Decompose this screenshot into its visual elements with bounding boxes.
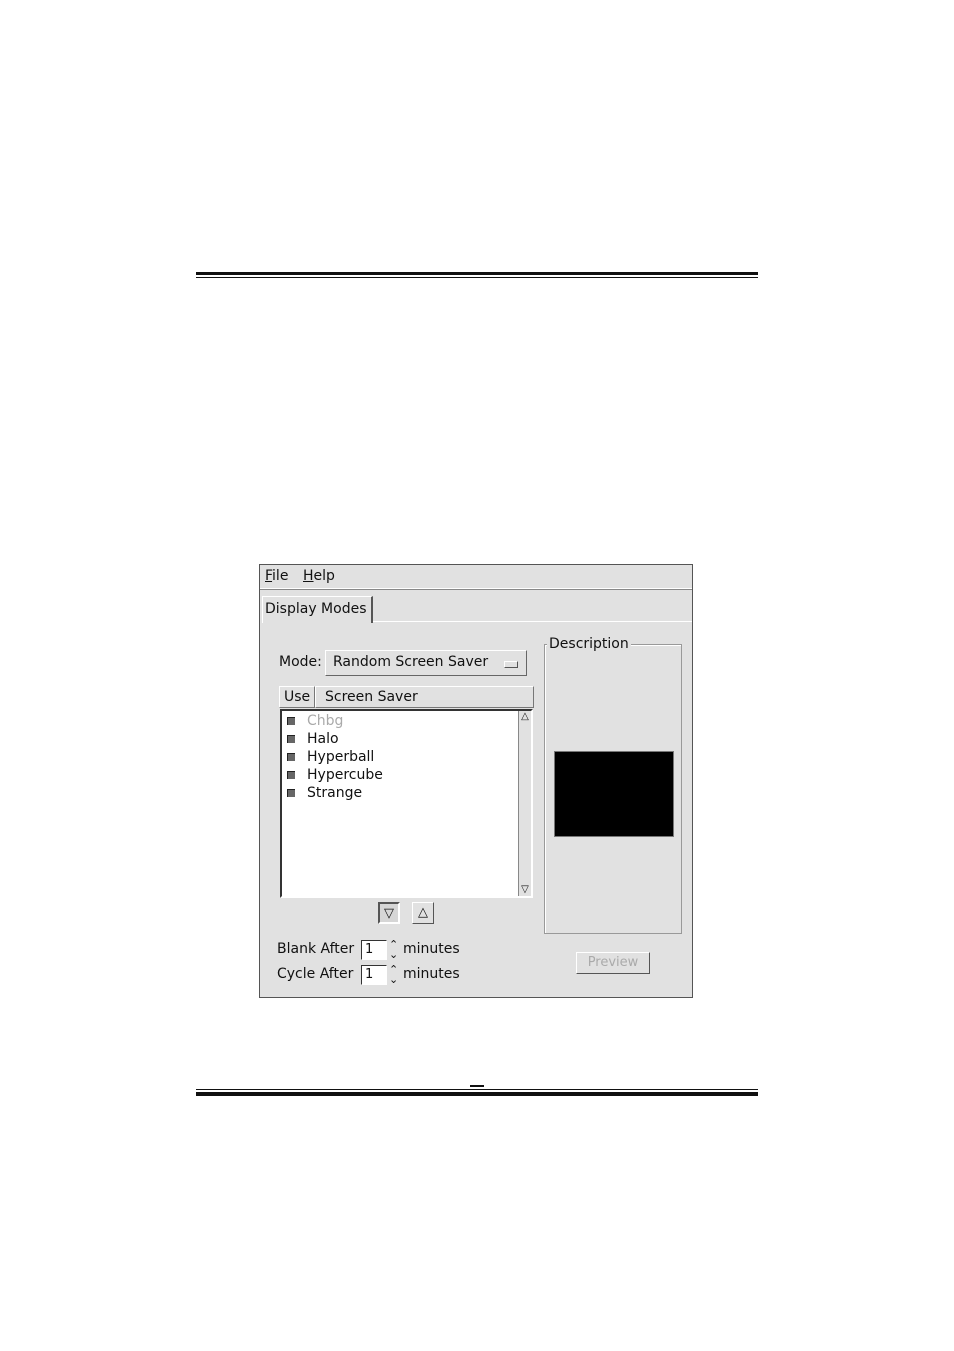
arrow-down-icon: ▽ <box>384 906 394 921</box>
saver-name: Chbg <box>307 713 344 729</box>
menu-bar: File Help <box>260 565 692 590</box>
column-header-use[interactable]: Use <box>279 686 315 708</box>
mode-dropdown[interactable]: Random Screen Saver <box>325 650 527 676</box>
top-rule <box>196 272 758 279</box>
spin-arrows-icon: ⌃ ⌄ <box>389 963 399 986</box>
dropdown-indicator-icon <box>504 661 518 668</box>
preview-area <box>554 751 674 837</box>
use-checkbox[interactable] <box>287 789 295 797</box>
scroll-down-arrow-icon[interactable]: ▽ <box>519 884 531 896</box>
menu-file[interactable]: File <box>265 568 288 584</box>
tab-divider <box>368 621 692 622</box>
preview-button[interactable]: Preview <box>576 952 650 974</box>
screen-saver-list: Chbg Halo Hyperball Hypercube Strange △ … <box>280 709 533 898</box>
cycle-after-spinner[interactable]: ⌃ ⌄ <box>389 963 399 986</box>
blank-after-input[interactable]: 1 <box>361 940 387 960</box>
blank-after-unit: minutes <box>403 941 460 957</box>
use-checkbox[interactable] <box>287 717 295 725</box>
description-legend: Description <box>547 636 631 652</box>
blank-after-label: Blank After <box>277 941 355 957</box>
screensaver-window: File Help Display Modes Mode: Random Scr… <box>259 564 693 998</box>
move-down-button[interactable]: ▽ <box>378 902 400 924</box>
saver-name: Strange <box>307 785 363 801</box>
cycle-after-unit: minutes <box>403 966 460 982</box>
arrow-up-icon: △ <box>418 905 428 920</box>
saver-name: Hyperball <box>307 749 375 765</box>
move-up-button[interactable]: △ <box>412 902 434 924</box>
spin-arrows-icon: ⌃ ⌄ <box>389 938 399 961</box>
mode-label: Mode: <box>279 654 322 670</box>
cycle-after-input[interactable]: 1 <box>361 965 387 985</box>
menu-help[interactable]: Help <box>303 568 335 584</box>
tab-display-modes[interactable]: Display Modes <box>262 596 373 623</box>
use-checkbox[interactable] <box>287 753 295 761</box>
cycle-after-label: Cycle After <box>277 966 354 982</box>
bottom-rule <box>196 1089 758 1098</box>
use-checkbox[interactable] <box>287 771 295 779</box>
blank-after-spinner[interactable]: ⌃ ⌄ <box>389 938 399 961</box>
saver-name: Halo <box>307 731 339 747</box>
saver-name: Hypercube <box>307 767 383 783</box>
scroll-up-arrow-icon[interactable]: △ <box>519 711 531 723</box>
use-checkbox[interactable] <box>287 735 295 743</box>
list-scrollbar[interactable]: △ ▽ <box>518 711 531 896</box>
mode-value: Random Screen Saver <box>333 654 489 670</box>
column-header-screen-saver[interactable]: Screen Saver <box>315 686 534 708</box>
page-mark <box>470 1085 484 1087</box>
